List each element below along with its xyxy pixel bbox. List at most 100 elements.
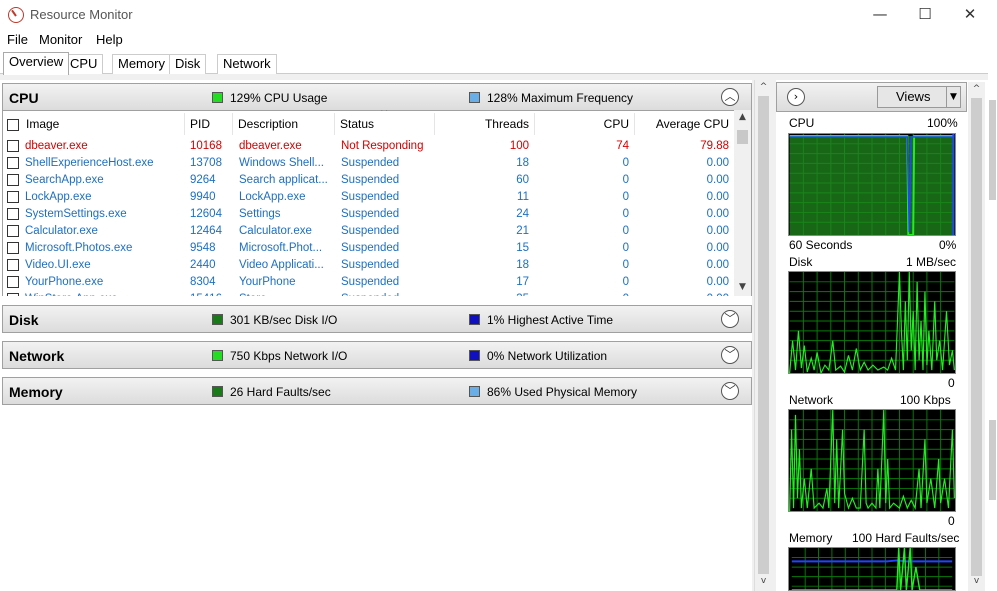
row-checkbox[interactable] xyxy=(7,174,19,186)
cell-pid: 15416 xyxy=(190,291,232,296)
table-row[interactable]: dbeaver.exe 10168 dbeaver.exe Not Respondin… xyxy=(3,138,735,155)
tab-overview[interactable]: Overview xyxy=(3,52,70,75)
cell-pid: 9940 xyxy=(190,191,216,203)
cell-cpu: 0 xyxy=(622,208,629,220)
scroll-thumb[interactable] xyxy=(971,98,982,576)
column-header-pid[interactable]: PID xyxy=(185,113,233,135)
cell-average-cpu: 0.00 xyxy=(706,191,729,203)
cpu-table-scrollbar[interactable]: ▲ ▼ xyxy=(734,110,751,296)
cell-average-cpu: 0.00 xyxy=(706,225,729,237)
cpu-usage-stat: 129% CPU Usage xyxy=(230,91,328,105)
left-panel-scrollbar[interactable]: ^ v xyxy=(754,80,772,591)
memory-section-header[interactable]: Memory 26 Hard Faults/sec 86% Used Physi… xyxy=(2,377,752,405)
cell-status: Suspended xyxy=(341,242,400,254)
disk-section-header[interactable]: Disk 301 KB/sec Disk I/O 1% Highest Acti… xyxy=(2,305,752,333)
network-section-header[interactable]: Network 750 Kbps Network I/O 0% Network … xyxy=(2,341,752,369)
disk-io-swatch xyxy=(212,314,223,325)
scroll-thumb[interactable] xyxy=(737,130,748,144)
row-checkbox[interactable] xyxy=(7,259,19,271)
scroll-up-arrow-icon[interactable]: ^ xyxy=(755,82,772,92)
cell-pid: 10168 xyxy=(190,140,222,152)
scroll-down-arrow-icon[interactable]: ▼ xyxy=(734,282,751,292)
cell-image: ShellExperienceHost.exe xyxy=(25,157,154,169)
memory-used-stat: 86% Used Physical Memory xyxy=(487,385,638,399)
close-button[interactable]: ✕ xyxy=(947,0,993,30)
cell-pid: 8304 xyxy=(190,276,216,288)
cell-average-cpu: 0.00 xyxy=(706,242,729,254)
collapse-graphs-icon[interactable]: › xyxy=(787,88,805,106)
memory-graph-label: Memory xyxy=(789,531,833,545)
scroll-up-arrow-icon[interactable]: ▲ xyxy=(734,112,751,122)
cell-threads: 24 xyxy=(516,208,529,220)
disk-graph-label: Disk xyxy=(789,255,813,269)
minimize-button[interactable]: — xyxy=(857,0,903,30)
cell-status: Suspended xyxy=(341,291,433,296)
chevron-down-icon[interactable]: ﹀ xyxy=(721,310,739,328)
column-header-cpu[interactable]: CPU xyxy=(535,113,635,135)
window-edge-thumb xyxy=(989,100,996,200)
scroll-down-arrow-icon[interactable]: v xyxy=(755,576,772,586)
column-header-threads[interactable]: Threads xyxy=(435,113,535,135)
scroll-down-arrow-icon[interactable]: v xyxy=(968,576,985,586)
tab-network[interactable]: Network xyxy=(217,54,277,74)
tab-memory[interactable]: Memory xyxy=(112,54,171,74)
maximize-button[interactable]: ☐ xyxy=(902,0,948,30)
cell-cpu: 0 xyxy=(622,259,629,271)
cell-image: Microsoft.Photos.exe xyxy=(25,242,133,254)
table-row[interactable]: Video.UI.exe 2440 Video Applicati... Suspen… xyxy=(3,257,735,274)
cell-pid: 9264 xyxy=(190,174,216,186)
column-header-image[interactable]: Image xyxy=(21,113,185,135)
cell-average-cpu: 0.00 xyxy=(706,174,729,186)
chevron-down-icon[interactable]: ﹀ xyxy=(721,346,739,364)
row-checkbox[interactable] xyxy=(7,242,19,254)
tab-disk[interactable]: Disk xyxy=(169,54,207,74)
cell-status: Suspended xyxy=(341,157,400,169)
cell-cpu: 0 xyxy=(622,242,629,254)
row-checkbox[interactable] xyxy=(7,276,19,288)
cell-cpu: 74 xyxy=(616,140,629,152)
cell-image: dbeaver.exe xyxy=(25,140,88,152)
table-row[interactable]: LockApp.exe 9940 LockApp.exe Suspended 11 0 0.… xyxy=(3,189,735,206)
dropdown-arrow-icon[interactable]: ▼ xyxy=(946,87,960,107)
row-checkbox[interactable] xyxy=(7,293,19,296)
cell-average-cpu: 0.00 xyxy=(706,208,729,220)
memory-graph-max: 100 Hard Faults/sec xyxy=(852,531,960,545)
row-checkbox[interactable] xyxy=(7,208,19,220)
graphs-scrollbar[interactable]: ^ v xyxy=(968,82,985,591)
cell-description: Search applicat... xyxy=(239,174,328,186)
views-dropdown[interactable]: Views ▼ xyxy=(877,86,961,108)
cell-pid: 9548 xyxy=(190,242,216,254)
table-row[interactable]: YourPhone.exe 8304 YourPhone Suspended 17 0 0.… xyxy=(3,274,735,291)
scroll-thumb[interactable] xyxy=(758,96,769,574)
row-checkbox[interactable] xyxy=(7,191,19,203)
table-row[interactable]: ShellExperienceHost.exe 13708 Windows Shel… xyxy=(3,155,735,172)
chevron-down-icon[interactable]: ﹀ xyxy=(721,382,739,400)
row-checkbox[interactable] xyxy=(7,140,19,152)
scroll-up-arrow-icon[interactable]: ^ xyxy=(968,84,985,94)
table-row[interactable]: Calculator.exe 12464 Calculator.exe Suspend… xyxy=(3,223,735,240)
row-checkbox[interactable] xyxy=(7,157,19,169)
cell-average-cpu: 0.00 xyxy=(706,276,729,288)
row-checkbox[interactable] xyxy=(7,225,19,237)
cell-description: Settings xyxy=(239,208,281,220)
column-header-description[interactable]: Description xyxy=(233,113,335,135)
cell-status: Suspended xyxy=(341,225,400,237)
table-row[interactable]: WinStore.App.exe 15416 Store Suspended35 0 0.… xyxy=(3,291,735,296)
tab-cpu[interactable]: CPU xyxy=(64,54,104,74)
select-all-checkbox[interactable] xyxy=(7,119,19,131)
cpu-section-header[interactable]: CPU 129% CPU Usage 128% Maximum Frequenc… xyxy=(2,83,752,111)
disk-io-stat: 301 KB/sec Disk I/O xyxy=(230,313,338,327)
cpu-section-title: CPU xyxy=(9,90,39,106)
column-header-average-cpu[interactable]: Average CPU xyxy=(635,113,735,135)
menu-file[interactable]: File xyxy=(7,32,28,47)
menu-monitor[interactable]: Monitor xyxy=(39,32,82,47)
network-graph xyxy=(788,409,956,512)
table-row[interactable]: SystemSettings.exe 12604 Settings Suspended… xyxy=(3,206,735,223)
title-bar: Resource Monitor — ☐ ✕ xyxy=(0,0,997,30)
network-graph-label: Network xyxy=(789,393,834,407)
menu-help[interactable]: Help xyxy=(96,32,123,47)
chevron-up-icon[interactable]: ︿ xyxy=(721,88,739,106)
table-row[interactable]: SearchApp.exe 9264 Search applicat... Suspe… xyxy=(3,172,735,189)
cell-cpu: 0 xyxy=(622,174,629,186)
table-row[interactable]: Microsoft.Photos.exe 9548 Microsoft.Phot..… xyxy=(3,240,735,257)
